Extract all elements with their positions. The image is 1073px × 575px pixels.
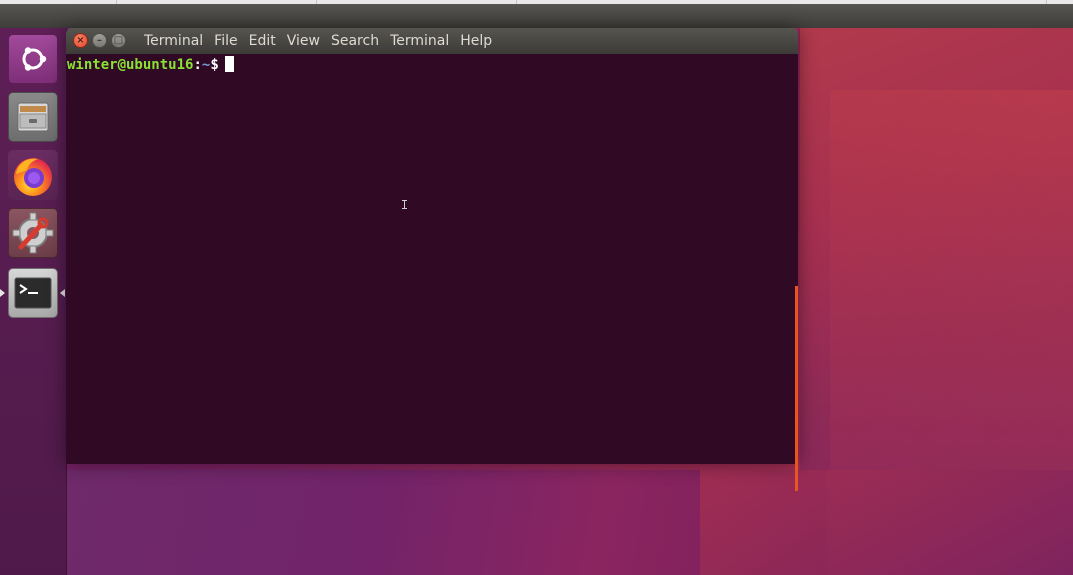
menu-bar: Terminal File Edit View Search Terminal …: [144, 28, 503, 54]
file-cabinet-icon: [17, 102, 49, 132]
terminal-window[interactable]: × – □ Terminal File Edit View Search Ter…: [66, 28, 798, 491]
panel-divider: [116, 0, 117, 4]
launcher-item-dash[interactable]: [8, 34, 58, 84]
shell-prompt: winter@ubuntu16:~$: [67, 56, 234, 73]
menu-search[interactable]: Search: [331, 33, 379, 49]
close-button[interactable]: ×: [73, 33, 88, 48]
menu-edit[interactable]: Edit: [249, 33, 276, 49]
text-cursor: [224, 56, 234, 72]
window-titlebar[interactable]: × – □ Terminal File Edit View Search Ter…: [66, 28, 798, 54]
launcher-item-files[interactable]: [8, 92, 58, 142]
terminal-output[interactable]: winter@ubuntu16:~$: [66, 54, 798, 491]
minimize-icon: –: [97, 35, 102, 46]
scrollbar[interactable]: [795, 286, 798, 491]
focus-indicator: [60, 289, 65, 297]
maximize-icon: □: [113, 35, 124, 46]
launcher: [0, 28, 67, 575]
menu-help[interactable]: Help: [460, 33, 492, 49]
launcher-item-firefox[interactable]: [8, 150, 58, 200]
active-indicator: [0, 289, 5, 297]
minimize-button[interactable]: –: [92, 33, 107, 48]
prompt-separator: :: [193, 57, 202, 73]
panel-divider: [316, 0, 317, 4]
launcher-item-terminal[interactable]: [8, 268, 58, 318]
firefox-icon: [14, 158, 52, 196]
top-strip: [0, 0, 1073, 4]
menu-app-title[interactable]: Terminal: [144, 33, 203, 49]
launcher-item-system-settings[interactable]: [8, 208, 58, 258]
prompt-symbol: $: [210, 57, 219, 73]
menu-file[interactable]: File: [214, 33, 237, 49]
panel-divider: [516, 0, 517, 4]
panel-divider: [1046, 0, 1047, 4]
terminal-icon: [14, 277, 52, 309]
ubuntu-logo-icon: [22, 47, 47, 71]
menu-terminal[interactable]: Terminal: [390, 33, 449, 49]
ibeam-pointer-icon: [402, 200, 407, 209]
prompt-user-host: winter@ubuntu16: [67, 57, 194, 73]
menu-view[interactable]: View: [287, 33, 320, 49]
wallpaper-facet: [700, 470, 1073, 575]
top-panel: [0, 0, 1073, 28]
close-icon: ×: [76, 35, 85, 46]
settings-gear-wrench-icon: [12, 212, 54, 254]
maximize-button[interactable]: □: [111, 33, 126, 48]
